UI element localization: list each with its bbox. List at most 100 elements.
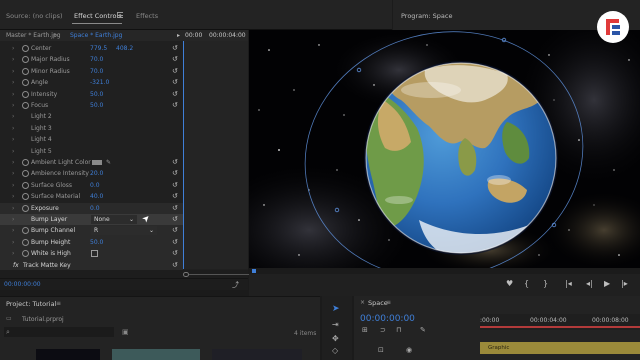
thumbnail-landscape[interactable] <box>112 349 200 360</box>
reset-parameter-icon[interactable]: ↺ <box>172 55 178 63</box>
twirl-chevron-icon[interactable]: › <box>12 205 14 212</box>
property-row[interactable]: › Surface Gloss 0.0 ↺ <box>0 180 183 191</box>
go-to-in-icon[interactable]: |◂ <box>565 279 572 288</box>
tab-effects[interactable]: Effects <box>136 12 158 20</box>
play-only-audio-icon[interactable]: ▸ <box>177 32 180 39</box>
stopwatch-icon[interactable] <box>22 204 29 212</box>
sequence-title[interactable]: Space <box>368 299 388 307</box>
property-row[interactable]: › Bump Channel R ⌄ ↺ <box>0 225 183 237</box>
reset-parameter-icon[interactable]: ↺ <box>172 249 178 257</box>
step-back-icon[interactable]: ◂| <box>586 279 593 288</box>
stopwatch-icon[interactable] <box>22 193 29 201</box>
reset-parameter-icon[interactable]: ↺ <box>172 226 178 234</box>
property-row[interactable]: › White is High ↺ <box>0 248 183 260</box>
eyedropper-icon[interactable]: ✎ <box>106 159 111 166</box>
add-marker-icon[interactable]: ♥ <box>506 279 513 288</box>
twirl-chevron-icon[interactable]: › <box>12 79 14 86</box>
twirl-chevron-icon[interactable]: › <box>12 216 14 223</box>
property-dropdown[interactable]: R ⌄ <box>91 226 157 236</box>
white-is-high-checkbox[interactable] <box>91 250 98 258</box>
reset-parameter-icon[interactable]: ↺ <box>172 181 178 189</box>
stopwatch-icon[interactable] <box>22 159 29 166</box>
property-row[interactable]: › Bump Layer None ⌄ ↺ <box>0 214 183 226</box>
reset-parameter-icon[interactable]: ↺ <box>172 67 178 75</box>
mark-out-icon[interactable]: } <box>543 279 548 288</box>
reset-parameter-icon[interactable]: ↺ <box>172 238 178 246</box>
reset-parameter-icon[interactable]: ↺ <box>172 90 178 98</box>
reset-parameter-icon[interactable]: ↺ <box>172 101 178 109</box>
stopwatch-icon[interactable] <box>22 56 29 64</box>
twirl-chevron-icon[interactable]: › <box>12 182 14 189</box>
property-row[interactable]: › Light 5 <box>0 146 183 157</box>
twirl-chevron-icon[interactable]: › <box>12 102 14 109</box>
stopwatch-icon[interactable] <box>22 227 29 235</box>
property-row[interactable]: › Intensity 50.0 ↺ <box>0 89 183 100</box>
selection-tool-icon[interactable]: ➤ <box>332 304 340 314</box>
twirl-chevron-icon[interactable]: › <box>12 68 14 75</box>
property-row[interactable]: › Bump Height 50.0 ↺ <box>0 236 183 249</box>
color-swatch[interactable] <box>92 160 102 165</box>
monitor-time-ruler[interactable] <box>249 268 640 274</box>
reset-parameter-icon[interactable]: ↺ <box>172 204 178 212</box>
new-bin-icon[interactable]: ▣ <box>122 328 129 336</box>
property-row[interactable]: › Light 2 <box>0 111 183 122</box>
twirl-chevron-icon[interactable]: › <box>12 159 14 166</box>
reset-parameter-icon[interactable]: ↺ <box>172 158 178 166</box>
timeline-settings-icon[interactable]: ✎ <box>420 326 426 334</box>
tab-source[interactable]: Source: (no clips) <box>6 12 63 20</box>
property-row[interactable]: › Center 779.5 408.2 ↺ <box>0 43 183 54</box>
track-select-tool-icon[interactable]: ⇥ <box>332 320 339 329</box>
twirl-chevron-icon[interactable]: › <box>12 239 14 246</box>
play-icon[interactable]: ▶ <box>604 279 610 288</box>
reset-parameter-icon[interactable]: ↺ <box>172 215 178 223</box>
monitor-playhead[interactable] <box>252 269 256 273</box>
mark-in-icon[interactable]: { <box>524 279 529 288</box>
property-value-secondary[interactable]: 408.2 <box>116 45 133 52</box>
reset-parameter-icon[interactable]: ↺ <box>172 44 178 52</box>
panel-menu-icon[interactable]: ≡ <box>386 299 391 306</box>
twirl-chevron-icon[interactable]: › <box>12 250 14 257</box>
master-clip-label[interactable]: Master * Earth.jpg <box>6 32 61 39</box>
twirl-chevron-icon[interactable]: › <box>12 148 14 155</box>
thumbnail-earth[interactable] <box>36 349 100 360</box>
reset-parameter-icon[interactable]: ↺ <box>172 78 178 86</box>
twirl-chevron-icon[interactable]: › <box>12 136 14 143</box>
reset-parameter-icon[interactable]: ↺ <box>172 169 178 177</box>
linked-selection-icon[interactable]: ⊃ <box>380 326 386 334</box>
graphic-clip[interactable]: Graphic <box>480 342 640 354</box>
effect-controls-ruler[interactable]: 00:00 00:00:04:00 <box>183 30 248 41</box>
sequence-clip-label[interactable]: Space * Earth.jpg <box>70 32 122 39</box>
property-row[interactable]: › Angle -321.0 ↺ <box>0 77 183 88</box>
project-panel-title[interactable]: Project: Tutorial <box>6 300 56 308</box>
add-marker-icon[interactable]: ⊓ <box>396 326 401 334</box>
reset-parameter-icon[interactable]: ↺ <box>172 261 178 269</box>
snap-icon[interactable]: ⊞ <box>362 326 368 334</box>
stopwatch-icon[interactable] <box>22 102 29 109</box>
program-monitor-title[interactable]: Program: Space <box>401 12 453 20</box>
property-value[interactable]: -321.0 <box>90 79 109 86</box>
reset-parameter-icon[interactable]: ↺ <box>172 192 178 200</box>
property-value[interactable]: 50.0 <box>90 102 103 109</box>
eye-icon[interactable]: ◉ <box>406 346 412 354</box>
panel-menu-icon[interactable] <box>117 12 123 18</box>
stopwatch-icon[interactable] <box>22 238 29 246</box>
stopwatch-icon[interactable] <box>22 79 29 87</box>
stopwatch-icon[interactable] <box>22 45 29 52</box>
tab-effect-controls[interactable]: Effect Controls <box>74 12 122 20</box>
panel-menu-icon[interactable]: ≡ <box>56 300 61 307</box>
twirl-chevron-icon[interactable]: › <box>12 125 14 132</box>
stopwatch-icon[interactable] <box>22 90 29 98</box>
ec-timecode[interactable]: 00:00:00:00 <box>4 281 41 288</box>
property-value[interactable]: 40.0 <box>90 193 103 200</box>
property-value[interactable]: 70.0 <box>90 56 103 63</box>
ripple-edit-tool-icon[interactable]: ✥ <box>332 334 339 343</box>
twirl-chevron-icon[interactable]: › <box>12 56 14 63</box>
project-search-input[interactable]: ⌕ <box>4 327 114 337</box>
twirl-chevron-icon[interactable]: › <box>12 113 14 120</box>
thumbnail-space[interactable] <box>212 349 302 360</box>
playhead-line[interactable] <box>183 41 184 269</box>
lock-icon[interactable]: ⊡ <box>378 346 384 354</box>
property-row[interactable]: › Minor Radius 70.0 ↺ <box>0 66 183 77</box>
stopwatch-icon[interactable] <box>22 181 29 189</box>
property-value[interactable]: 50.0 <box>90 239 103 246</box>
